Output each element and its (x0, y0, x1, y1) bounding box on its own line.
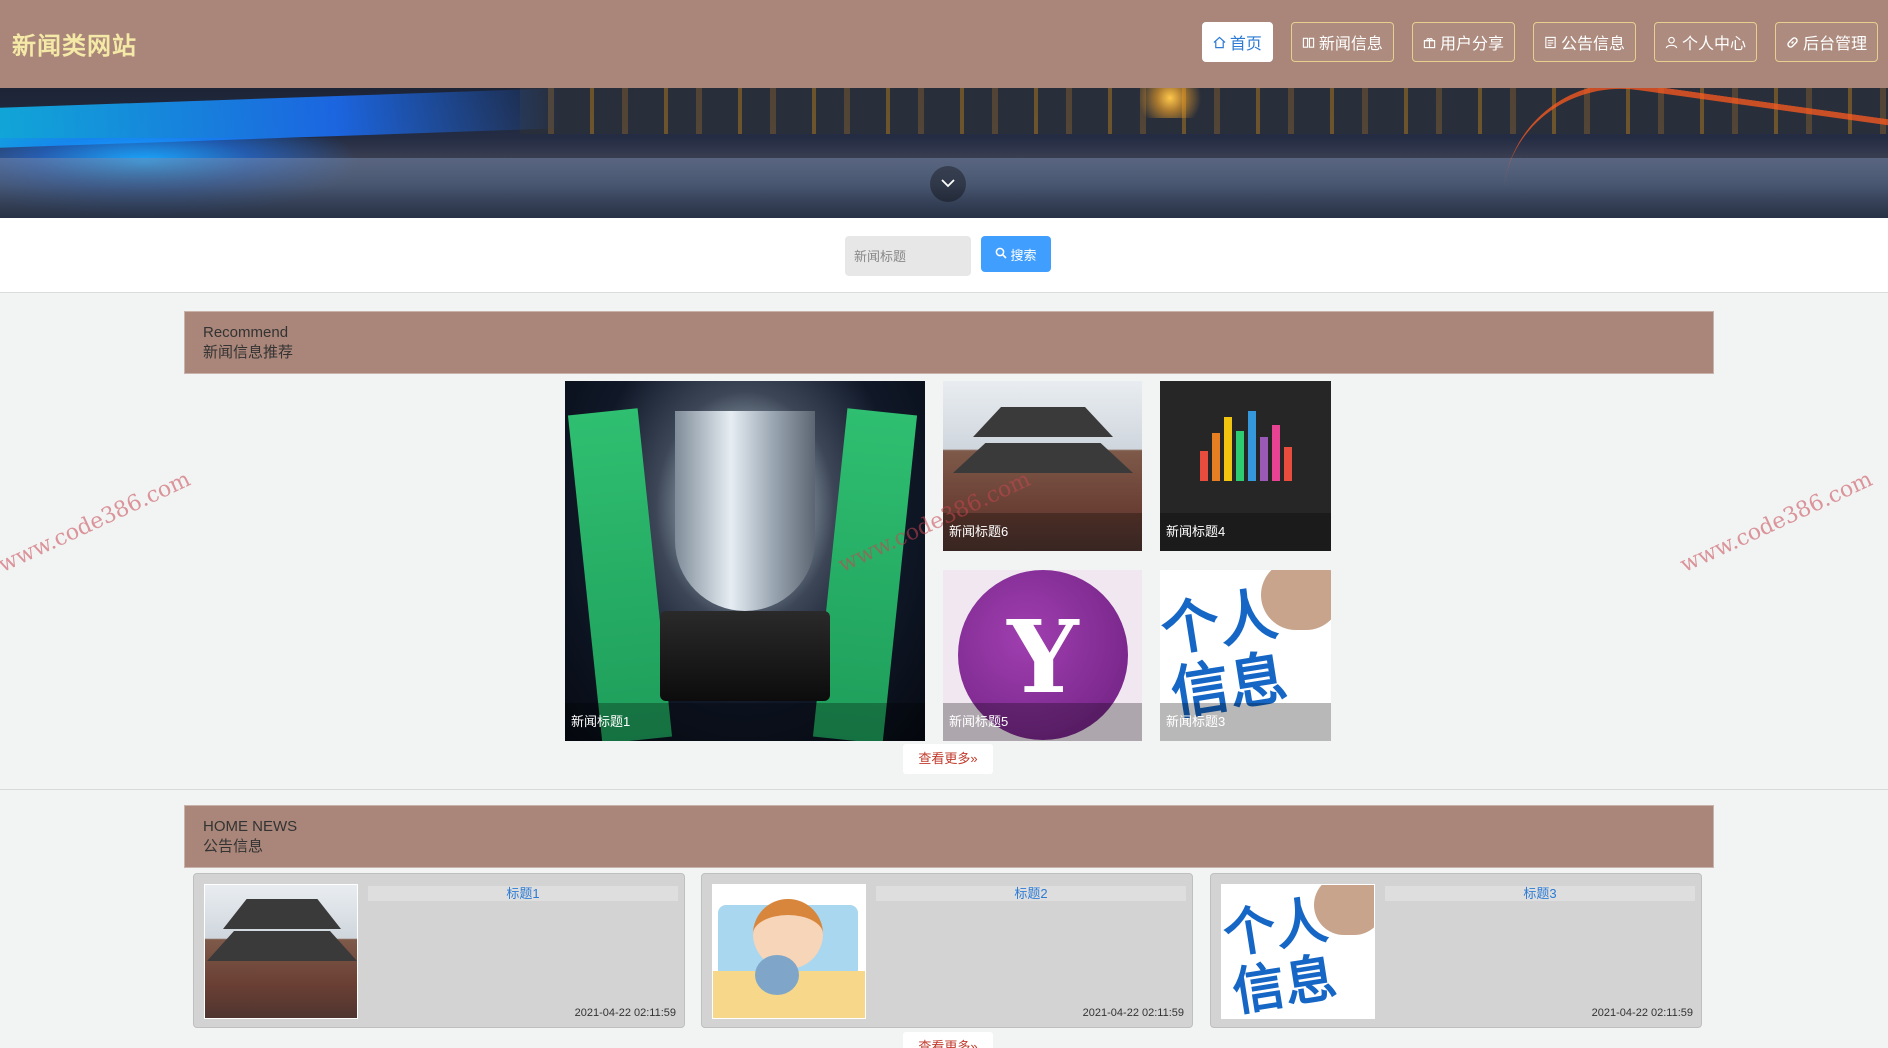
news-more-link[interactable]: 查看更多» (903, 1032, 993, 1048)
search-button-label: 搜索 (1010, 247, 1037, 263)
search-button[interactable]: 搜索 (981, 236, 1051, 272)
recommend-title-cn: 新闻信息推荐 (203, 344, 294, 361)
news-card-3[interactable]: 个人 信息 标题3 2021-04-22 02:11:59 (1210, 873, 1702, 1028)
news-card-thumbnail: 个人 信息 (1221, 884, 1375, 1019)
recommend-item-5[interactable]: 个人 信息 新闻标题3 (1160, 570, 1331, 741)
notice-icon (1544, 35, 1558, 49)
trophy-image (675, 411, 815, 611)
nav-home[interactable]: 首页 (1201, 22, 1273, 62)
recommend-item-4[interactable]: Y 新闻标题5 (943, 570, 1142, 741)
section-divider (0, 789, 1888, 790)
top-navbar: 新闻类网站 首页 新闻信息 用户分享 公告信息 个人中心 后台管理 (0, 0, 1888, 88)
nav-user-share[interactable]: 用户分享 (1411, 22, 1515, 62)
nav-notice-info-label: 公告信息 (1560, 36, 1625, 53)
nav-home-label: 首页 (1229, 36, 1262, 53)
site-brand[interactable]: 新闻类网站 (12, 26, 137, 61)
nav-news-info-label: 新闻信息 (1318, 36, 1383, 53)
news-card-date: 2021-04-22 02:11:59 (574, 1007, 676, 1019)
recommend-item-1[interactable]: 新闻标题1 (565, 381, 925, 741)
search-bar: 搜索 (0, 218, 1888, 293)
chevron-down-icon (940, 175, 956, 193)
nav-personal-center[interactable]: 个人中心 (1653, 22, 1757, 62)
recommend-item-2[interactable]: 新闻标题6 (943, 381, 1142, 551)
recommend-item-caption: 新闻标题5 (943, 703, 1142, 741)
home-icon (1213, 35, 1227, 49)
book-icon (1302, 35, 1316, 49)
recommend-item-3[interactable]: 新闻标题4 (1160, 381, 1331, 551)
news-card-1[interactable]: 标题1 2021-04-22 02:11:59 (193, 873, 685, 1028)
nav-admin[interactable]: 后台管理 (1774, 22, 1878, 62)
news-card-title[interactable]: 标题2 (876, 886, 1186, 901)
news-card-title[interactable]: 标题1 (368, 886, 678, 901)
recommend-section-header: Recommend 新闻信息推荐 (184, 311, 1714, 374)
nav-user-share-label: 用户分享 (1439, 36, 1504, 53)
search-icon (995, 247, 1008, 262)
recommend-item-caption: 新闻标题6 (943, 513, 1142, 551)
nav-admin-label: 后台管理 (1802, 36, 1867, 53)
news-card-date: 2021-04-22 02:11:59 (1082, 1007, 1184, 1019)
nav-notice-info[interactable]: 公告信息 (1532, 22, 1636, 62)
nav-personal-center-label: 个人中心 (1681, 36, 1746, 53)
link-icon (1786, 35, 1800, 49)
scroll-down-button[interactable] (930, 166, 966, 202)
search-input[interactable] (845, 236, 971, 276)
recommend-item-caption: 新闻标题4 (1160, 513, 1331, 551)
news-title-en: HOME NEWS (203, 818, 298, 835)
user-icon (1665, 35, 1679, 49)
news-card-thumbnail (712, 884, 866, 1019)
share-icon (1423, 35, 1437, 49)
yahoo-logo: Y (1007, 598, 1079, 716)
recommend-item-caption: 新闻标题3 (1160, 703, 1331, 741)
watermark: www.code386.com (1676, 467, 1877, 578)
news-card-thumbnail (204, 884, 358, 1019)
news-card-title[interactable]: 标题3 (1385, 886, 1695, 901)
news-card-2[interactable]: 标题2 2021-04-22 02:11:59 (701, 873, 1193, 1028)
recommend-more-link[interactable]: 查看更多» (903, 744, 993, 774)
news-card-date: 2021-04-22 02:11:59 (1591, 1007, 1693, 1019)
recommend-item-caption: 新闻标题1 (565, 703, 925, 741)
recommend-title-en: Recommend (203, 324, 289, 341)
nav-news-info[interactable]: 新闻信息 (1290, 22, 1394, 62)
news-title-cn: 公告信息 (203, 838, 264, 855)
watermark: www.code386.com (0, 467, 195, 578)
news-section-header: HOME NEWS 公告信息 (184, 805, 1714, 868)
main-nav: 首页 新闻信息 用户分享 公告信息 个人中心 后台管理 (1201, 22, 1878, 62)
